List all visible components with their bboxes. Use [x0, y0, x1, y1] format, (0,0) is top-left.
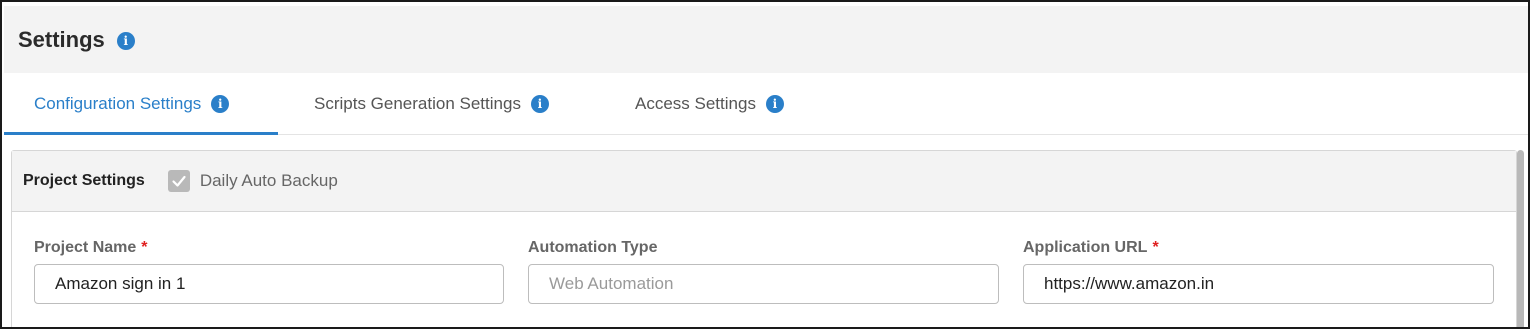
daily-auto-backup-checkbox[interactable]: Daily Auto Backup [167, 170, 338, 192]
vertical-scrollbar[interactable] [1517, 150, 1524, 327]
field-label-text: Automation Type [528, 239, 658, 256]
panel-header: Project Settings Daily Auto Backup [12, 151, 1516, 212]
checkbox-checked-icon[interactable] [167, 170, 190, 192]
field-label: Application URL * [1023, 238, 1494, 258]
tab-label: Access Settings [635, 93, 756, 113]
checkbox-label: Daily Auto Backup [199, 171, 338, 190]
panel-title: Project Settings [23, 172, 145, 189]
page-header: Settings i [4, 6, 1528, 73]
application-url-input[interactable] [1023, 264, 1494, 304]
info-icon[interactable]: i [530, 94, 549, 113]
settings-window: Settings i Configuration Settings i Scri… [0, 0, 1530, 329]
tab-configuration-settings[interactable]: Configuration Settings i [4, 73, 278, 135]
automation-type-input[interactable] [528, 264, 999, 304]
tab-label: Scripts Generation Settings [314, 93, 521, 113]
info-icon[interactable]: i [765, 94, 784, 113]
info-icon[interactable]: i [211, 94, 230, 113]
field-label: Automation Type [528, 238, 999, 258]
project-name-field: Project Name * [34, 238, 504, 304]
tab-label: Configuration Settings [34, 93, 202, 113]
tab-bar: Configuration Settings i Scripts Generat… [4, 73, 1528, 135]
form-fields: Project Name * Automation Type Applicati… [12, 212, 1516, 327]
tab-access-settings[interactable]: Access Settings i [635, 73, 784, 134]
project-settings-panel: Project Settings Daily Auto Backup Proje… [11, 150, 1517, 327]
page-title: Settings [18, 26, 105, 52]
field-label-text: Application URL [1023, 239, 1148, 256]
automation-type-field: Automation Type [528, 238, 999, 304]
required-asterisk: * [1152, 239, 1159, 256]
info-icon[interactable]: i [116, 31, 135, 50]
field-label-text: Project Name [34, 239, 137, 256]
field-label: Project Name * [34, 238, 504, 258]
active-tab-indicator [4, 132, 278, 135]
project-name-input[interactable] [34, 264, 504, 304]
required-asterisk: * [141, 239, 148, 256]
tab-scripts-generation-settings[interactable]: Scripts Generation Settings i [314, 73, 549, 134]
application-url-field: Application URL * [1023, 238, 1494, 304]
